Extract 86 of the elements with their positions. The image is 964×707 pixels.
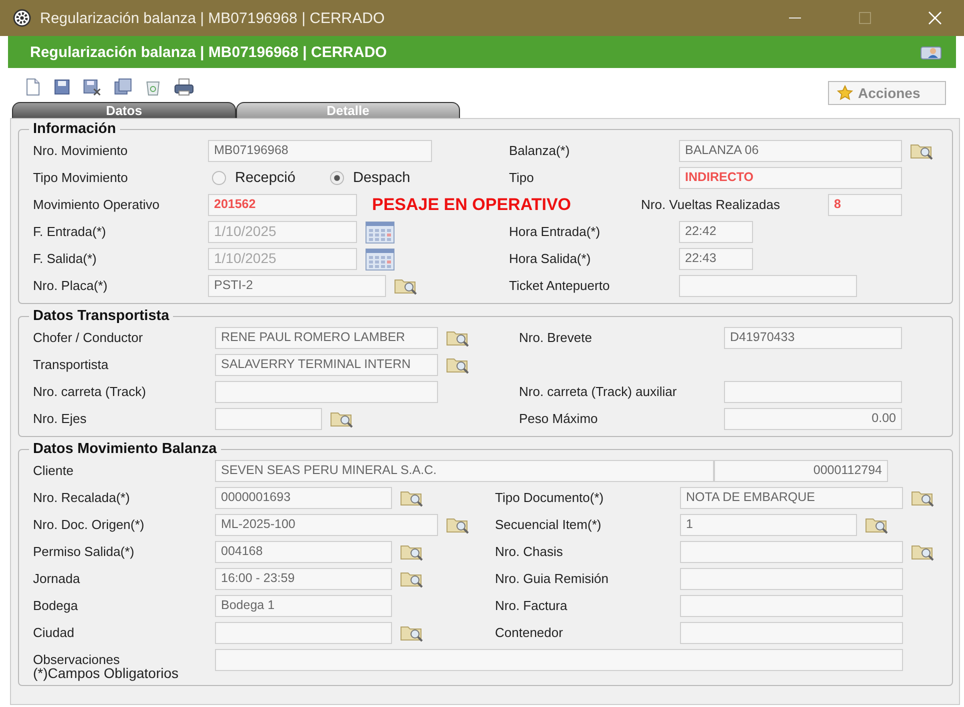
save-delete-icon[interactable] bbox=[82, 78, 102, 96]
input-field[interactable]: SEVEN SEAS PERU MINERAL S.A.C. bbox=[215, 460, 714, 482]
input-field[interactable] bbox=[215, 380, 438, 402]
input-field[interactable]: 1 bbox=[680, 514, 857, 536]
section-title: Datos Transportista bbox=[32, 308, 170, 324]
radio-button[interactable] bbox=[330, 170, 344, 184]
input-field[interactable]: D41970433 bbox=[724, 326, 902, 348]
input-field[interactable]: INDIRECTO bbox=[679, 166, 902, 188]
footnote: (*)Campos Obligatorios bbox=[33, 665, 180, 681]
user-card-icon[interactable] bbox=[920, 44, 942, 60]
field-label: Transportista bbox=[33, 357, 110, 372]
input-field[interactable] bbox=[680, 568, 903, 590]
field-label: Movimiento Operativo bbox=[33, 197, 160, 212]
field-label: Bodega bbox=[33, 598, 79, 613]
star-icon bbox=[837, 85, 853, 101]
close-icon[interactable] bbox=[928, 11, 942, 25]
page-title: Regularización balanza | MB07196968 | CERRADO bbox=[30, 44, 387, 60]
status-text: PESAJE EN OPERATIVO bbox=[372, 194, 572, 214]
input-field[interactable] bbox=[679, 274, 857, 296]
save-copy-icon[interactable] bbox=[113, 78, 133, 96]
field-label: Nro. Movimiento bbox=[33, 143, 129, 158]
window-title: Regularización balanza | MB07196968 | CERRADO bbox=[40, 10, 385, 26]
field-label: Nro. Doc. Origen(*) bbox=[33, 517, 146, 532]
input-field[interactable]: MB07196968 bbox=[208, 140, 432, 162]
field-label: Balanza(*) bbox=[509, 143, 571, 158]
field-label: F. Entrada(*) bbox=[33, 224, 107, 239]
field-label: Ciudad bbox=[33, 625, 76, 640]
printer-icon[interactable] bbox=[173, 78, 195, 96]
input-field[interactable]: RENE PAUL ROMERO LAMBER bbox=[215, 326, 438, 348]
radio-label: Recepció bbox=[235, 170, 296, 186]
field-label: Tipo bbox=[509, 170, 535, 185]
input-field[interactable] bbox=[680, 540, 903, 562]
input-field[interactable]: 22:42 bbox=[679, 220, 753, 242]
field-label: F. Salida(*) bbox=[33, 251, 98, 266]
input-field[interactable]: 16:00 - 23:59 bbox=[215, 568, 392, 590]
field-label: Chofer / Conductor bbox=[33, 330, 144, 345]
input-field[interactable] bbox=[680, 594, 903, 616]
input-field[interactable] bbox=[680, 622, 903, 644]
input-field[interactable]: 201562 bbox=[208, 194, 357, 216]
field-label: Secuencial Item(*) bbox=[495, 517, 602, 532]
input-field[interactable] bbox=[215, 648, 903, 670]
section-title: Información bbox=[32, 121, 117, 137]
field-label: Permiso Salida(*) bbox=[33, 544, 136, 559]
field-label: Nro. carreta (Track) bbox=[33, 384, 147, 399]
field-label: Nro. Vueltas Realizadas bbox=[641, 197, 781, 212]
input-field[interactable]: SALAVERRY TERMINAL INTERN bbox=[215, 354, 438, 376]
input-field[interactable]: 0000112794 bbox=[714, 460, 888, 482]
field-label: Nro. Guia Remisión bbox=[495, 571, 610, 586]
input-field[interactable]: BALANZA 06 bbox=[679, 140, 902, 162]
input-field[interactable]: 004168 bbox=[215, 540, 392, 562]
field-label: Tipo Documento(*) bbox=[495, 490, 605, 505]
field-label: Nro. carreta (Track) auxiliar bbox=[519, 384, 678, 399]
gear-icon bbox=[12, 8, 32, 28]
field-label: Hora Entrada(*) bbox=[509, 224, 602, 239]
input-field[interactable]: 8 bbox=[828, 194, 902, 216]
field-label: Ticket Antepuerto bbox=[509, 278, 611, 293]
save-icon[interactable] bbox=[53, 78, 71, 96]
input-field[interactable]: PSTI-2 bbox=[208, 274, 386, 296]
section-title: Datos Movimiento Balanza bbox=[32, 441, 218, 457]
actions-button[interactable]: Acciones bbox=[828, 81, 946, 105]
new-document-icon[interactable] bbox=[24, 78, 42, 96]
input-field[interactable] bbox=[215, 622, 392, 644]
input-field[interactable]: Bodega 1 bbox=[215, 594, 392, 616]
input-field[interactable]: 22:43 bbox=[679, 248, 753, 270]
field-label: Observaciones bbox=[33, 652, 121, 667]
input-field[interactable] bbox=[724, 380, 902, 402]
input-field[interactable]: 0.00 bbox=[724, 408, 902, 430]
field-label: Nro. Chasis bbox=[495, 544, 564, 559]
input-field[interactable]: NOTA DE EMBARQUE bbox=[680, 486, 903, 508]
radio-label: Despach bbox=[353, 170, 410, 186]
field-label: Nro. Recalada(*) bbox=[33, 490, 131, 505]
field-label: Cliente bbox=[33, 463, 74, 478]
radio-button[interactable] bbox=[212, 170, 226, 184]
field-label: Contenedor bbox=[495, 625, 564, 640]
field-label: Tipo Movimiento bbox=[33, 170, 129, 185]
tab[interactable]: Datos bbox=[12, 102, 236, 118]
field-label: Nro. Factura bbox=[495, 598, 568, 613]
field-label: Nro. Ejes bbox=[33, 411, 88, 426]
field-label: Nro. Placa(*) bbox=[33, 278, 108, 293]
input-field[interactable]: 0000001693 bbox=[215, 486, 392, 508]
field-label: Peso Máximo bbox=[519, 411, 599, 426]
field-label: Nro. Brevete bbox=[519, 330, 593, 345]
field-label: Jornada bbox=[33, 571, 81, 586]
field-label: Hora Salida(*) bbox=[509, 251, 592, 266]
input-field[interactable] bbox=[215, 408, 322, 430]
input-field[interactable]: ML-2025-100 bbox=[215, 514, 438, 536]
